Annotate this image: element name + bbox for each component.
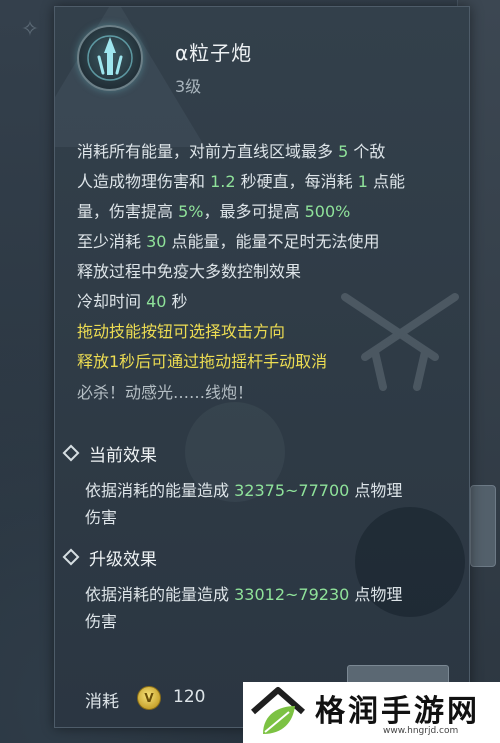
side-tab-button[interactable] xyxy=(470,485,496,567)
corner-decoration-icon: ✧ xyxy=(20,17,40,42)
site-watermark: 格润手游网 www.hngrjd.com xyxy=(243,682,500,743)
diamond-bullet-icon xyxy=(62,444,80,462)
description-segment: 拖动技能按钮可选择攻击方向 xyxy=(77,322,286,341)
description-segment: 5% xyxy=(178,202,204,221)
current-effect-value: 32375~77700 xyxy=(234,481,350,500)
upgrade-effect-title: 升级效果 xyxy=(89,550,157,570)
current-effect-heading: 当前效果 xyxy=(62,441,157,466)
house-leaf-logo xyxy=(251,687,305,734)
upgrade-effect-heading: 升级效果 xyxy=(62,545,157,570)
description-segment: 冷却时间 xyxy=(77,292,147,311)
description-segment: 释放过程中免疫大多数控制效果 xyxy=(77,262,302,281)
description-segment: 30 xyxy=(146,232,167,251)
description-line: 冷却时间 40 秒 xyxy=(77,287,469,317)
current-effect-title: 当前效果 xyxy=(89,446,157,466)
current-effect-text: 依据消耗的能量造成 32375~77700 点物理 伤害 xyxy=(85,477,465,531)
alpha-cannon-skill-icon xyxy=(77,25,143,91)
description-line: 拖动技能按钮可选择攻击方向 xyxy=(77,317,469,347)
description-line: 释放过程中免疫大多数控制效果 xyxy=(77,257,469,287)
upgrade-effect-suffix: 点物理 xyxy=(349,585,403,604)
diamond-bullet-icon xyxy=(62,548,80,566)
skill-level: 3级 xyxy=(175,77,202,96)
description-segment: 释放1秒后可通过拖动摇杆手动取消 xyxy=(77,352,328,371)
description-segment: 秒 xyxy=(166,292,188,311)
description-line: 至少消耗 30 点能量，能量不足时无法使用 xyxy=(77,227,469,257)
description-segment: 个敌 xyxy=(348,142,386,161)
description-segment: 40 xyxy=(146,292,167,311)
skill-detail-panel: α粒子炮 3级 消耗所有能量，对前方直线区域最多 5 个敌 人造成物理伤害和 1.… xyxy=(54,6,470,728)
description-segment: 5 xyxy=(338,142,349,161)
description-line: 消耗所有能量，对前方直线区域最多 5 个敌 xyxy=(77,137,469,167)
skill-quote: 必杀！动感光……线炮！ xyxy=(77,383,254,402)
description-segment: 点能量，能量不足时无法使用 xyxy=(166,232,380,251)
site-title: 格润手游网 xyxy=(315,694,480,729)
current-effect-line2: 伤害 xyxy=(85,508,118,527)
upgrade-effect-prefix: 依据消耗的能量造成 xyxy=(85,585,235,604)
upgrade-effect-line2: 伤害 xyxy=(85,612,118,631)
description-segment: 1.2 xyxy=(210,172,236,191)
current-effect-prefix: 依据消耗的能量造成 xyxy=(85,481,235,500)
description-line: 量，伤害提高 5%，最多可提高 500% xyxy=(77,197,469,227)
description-segment: 至少消耗 xyxy=(77,232,147,251)
skill-name: α粒子炮 xyxy=(175,41,253,65)
upgrade-effect-text: 依据消耗的能量造成 33012~79230 点物理 伤害 xyxy=(85,581,465,635)
cost-value: 120 xyxy=(173,687,206,707)
upgrade-effect-value: 33012~79230 xyxy=(234,585,350,604)
description-segment: 量，伤害提高 xyxy=(77,202,179,221)
current-effect-suffix: 点物理 xyxy=(349,481,403,500)
site-url: www.hngrjd.com xyxy=(383,726,459,736)
description-segment: 消耗所有能量，对前方直线区域最多 xyxy=(77,142,339,161)
coin-glyph: V xyxy=(144,691,154,705)
description-line: 释放1秒后可通过拖动摇杆手动取消 xyxy=(77,347,469,377)
skill-description: 消耗所有能量，对前方直线区域最多 5 个敌 人造成物理伤害和 1.2 秒硬直，每消… xyxy=(77,137,469,377)
description-segment: 1 xyxy=(357,172,368,191)
cost-label: 消耗 xyxy=(85,692,119,712)
description-segment: 人造成物理伤害和 xyxy=(77,172,211,191)
description-line: 人造成物理伤害和 1.2 秒硬直，每消耗 1 点能 xyxy=(77,167,469,197)
description-segment: ，最多可提高 xyxy=(203,202,305,221)
description-segment: 500% xyxy=(304,202,351,221)
description-segment: 点能 xyxy=(367,172,406,191)
description-segment: 秒硬直，每消耗 xyxy=(235,172,358,191)
coin-icon: V xyxy=(137,686,161,710)
